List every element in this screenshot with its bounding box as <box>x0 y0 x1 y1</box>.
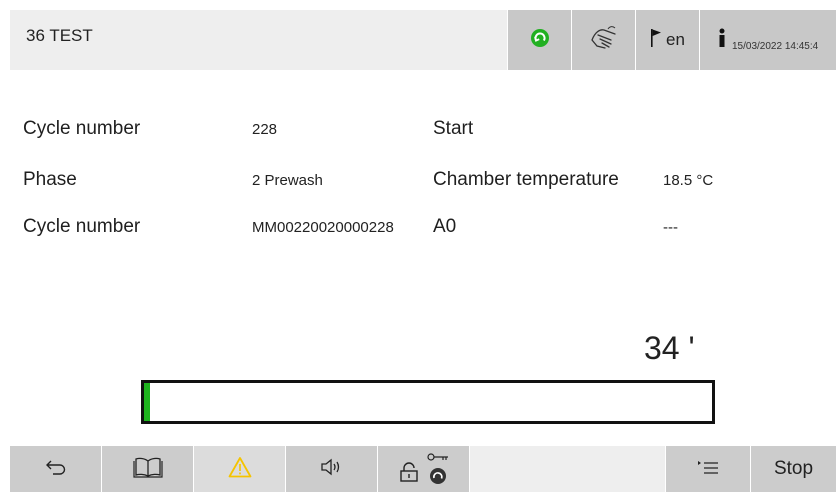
phase-label: Phase <box>23 169 77 190</box>
manual-button[interactable] <box>102 446 194 492</box>
flag-icon <box>650 28 662 53</box>
progress-fill <box>144 383 150 421</box>
back-button[interactable] <box>10 446 102 492</box>
hand-button[interactable] <box>571 10 635 70</box>
stop-button[interactable]: Stop <box>751 446 836 492</box>
warnings-button[interactable] <box>194 446 286 492</box>
cycle-id-value: MM00220020000228 <box>252 219 394 236</box>
status-button[interactable] <box>507 10 571 70</box>
cycle-progress-bar <box>141 380 715 424</box>
key-icon <box>426 449 449 467</box>
bottom-toolbar: Stop <box>10 446 836 492</box>
hand-touch-icon <box>589 25 619 55</box>
language-label: en <box>666 30 685 49</box>
program-list-button[interactable] <box>665 446 751 492</box>
cycle-number-label-2: Cycle number <box>23 216 141 237</box>
chamber-temperature-value: 18.5 °C <box>663 172 714 189</box>
sound-button[interactable] <box>286 446 378 492</box>
a0-value: --- <box>663 219 678 236</box>
a0-label: A0 <box>433 216 457 237</box>
phase-value: 2 Prewash <box>252 172 323 189</box>
remaining-time: 34 ' <box>644 330 695 366</box>
program-status-icon <box>530 28 550 53</box>
stop-label: Stop <box>773 458 814 479</box>
cycle-number-value: 228 <box>252 121 278 138</box>
lock-icon <box>399 461 419 487</box>
language-button[interactable]: en <box>635 10 699 70</box>
warning-icon <box>228 456 252 483</box>
program-icon <box>429 467 447 490</box>
page-title: 36 TEST <box>26 26 93 45</box>
book-icon <box>132 456 163 483</box>
datetime-label: 15/03/2022 14:45:4 <box>732 40 819 52</box>
start-label: Start <box>433 118 474 139</box>
info-button[interactable]: 15/03/2022 14:45:4 <box>699 10 836 70</box>
speaker-icon <box>320 458 344 481</box>
lock-button[interactable] <box>378 446 470 492</box>
chamber-temperature-label: Chamber temperature <box>433 169 619 190</box>
lock-extra-icons <box>426 449 449 490</box>
person-info-icon <box>718 28 726 53</box>
cycle-number-label: Cycle number <box>23 118 141 139</box>
menu-list-icon <box>697 459 719 480</box>
back-arrow-icon <box>45 459 67 480</box>
header-bar: en 15/03/2022 14:45:4 <box>10 10 836 70</box>
